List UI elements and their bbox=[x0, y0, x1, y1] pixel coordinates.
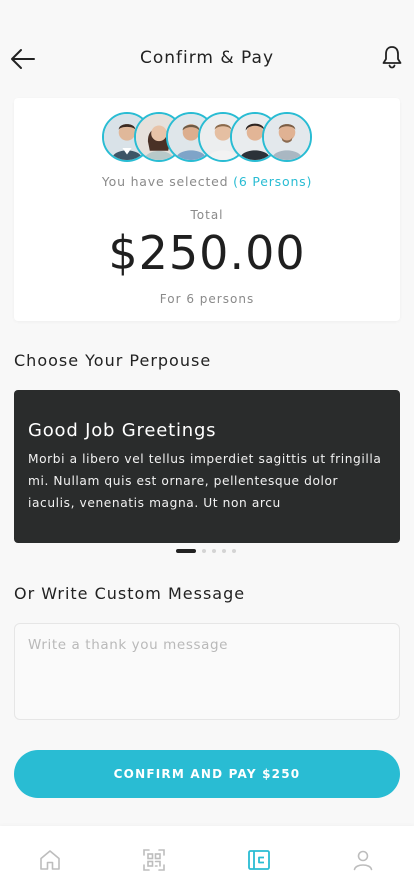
wallet-icon bbox=[248, 850, 270, 870]
custom-message-section-title: Or Write Custom Message bbox=[14, 584, 246, 603]
header: Confirm & Pay bbox=[0, 34, 414, 84]
page-title: Confirm & Pay bbox=[139, 48, 275, 68]
tab-wallet[interactable] bbox=[247, 848, 271, 872]
purpose-section-title: Choose Your Perpouse bbox=[14, 351, 212, 370]
bottom-tab-bar bbox=[0, 826, 414, 896]
confirm-and-pay-button[interactable]: CONFIRM AND PAY $250 bbox=[14, 750, 400, 798]
carousel-dot[interactable] bbox=[222, 549, 226, 553]
bell-icon bbox=[382, 46, 402, 69]
selected-persons-text: You have selected (6 Persons) bbox=[14, 174, 400, 189]
carousel-dot[interactable] bbox=[212, 549, 216, 553]
payment-summary-card: You have selected (6 Persons) Total $250… bbox=[14, 98, 400, 321]
home-icon bbox=[40, 850, 60, 870]
carousel-dot-active[interactable] bbox=[176, 549, 196, 553]
notification-button[interactable] bbox=[381, 45, 403, 69]
tab-scan[interactable] bbox=[142, 848, 166, 872]
avatar bbox=[262, 112, 312, 162]
purpose-card-title: Good Job Greetings bbox=[28, 420, 217, 441]
carousel-dot[interactable] bbox=[232, 549, 236, 553]
total-amount: $250.00 bbox=[108, 226, 306, 280]
thank-you-message-input[interactable] bbox=[14, 623, 400, 720]
tab-home[interactable] bbox=[38, 848, 62, 872]
selected-prefix: You have selected bbox=[101, 174, 229, 189]
purpose-card-body: Morbi a libero vel tellus imperdiet sagi… bbox=[28, 452, 382, 510]
tab-profile[interactable] bbox=[351, 848, 375, 872]
for-persons-text: For 6 persons bbox=[159, 292, 255, 306]
total-label: Total bbox=[190, 208, 224, 222]
profile-icon bbox=[353, 850, 373, 871]
purpose-card[interactable]: Good Job Greetings Morbi a libero vel te… bbox=[14, 390, 400, 543]
selected-avatars bbox=[102, 112, 322, 162]
qr-scan-icon bbox=[143, 849, 165, 871]
selected-count: (6 Persons) bbox=[233, 174, 313, 189]
carousel-dot[interactable] bbox=[202, 549, 206, 553]
